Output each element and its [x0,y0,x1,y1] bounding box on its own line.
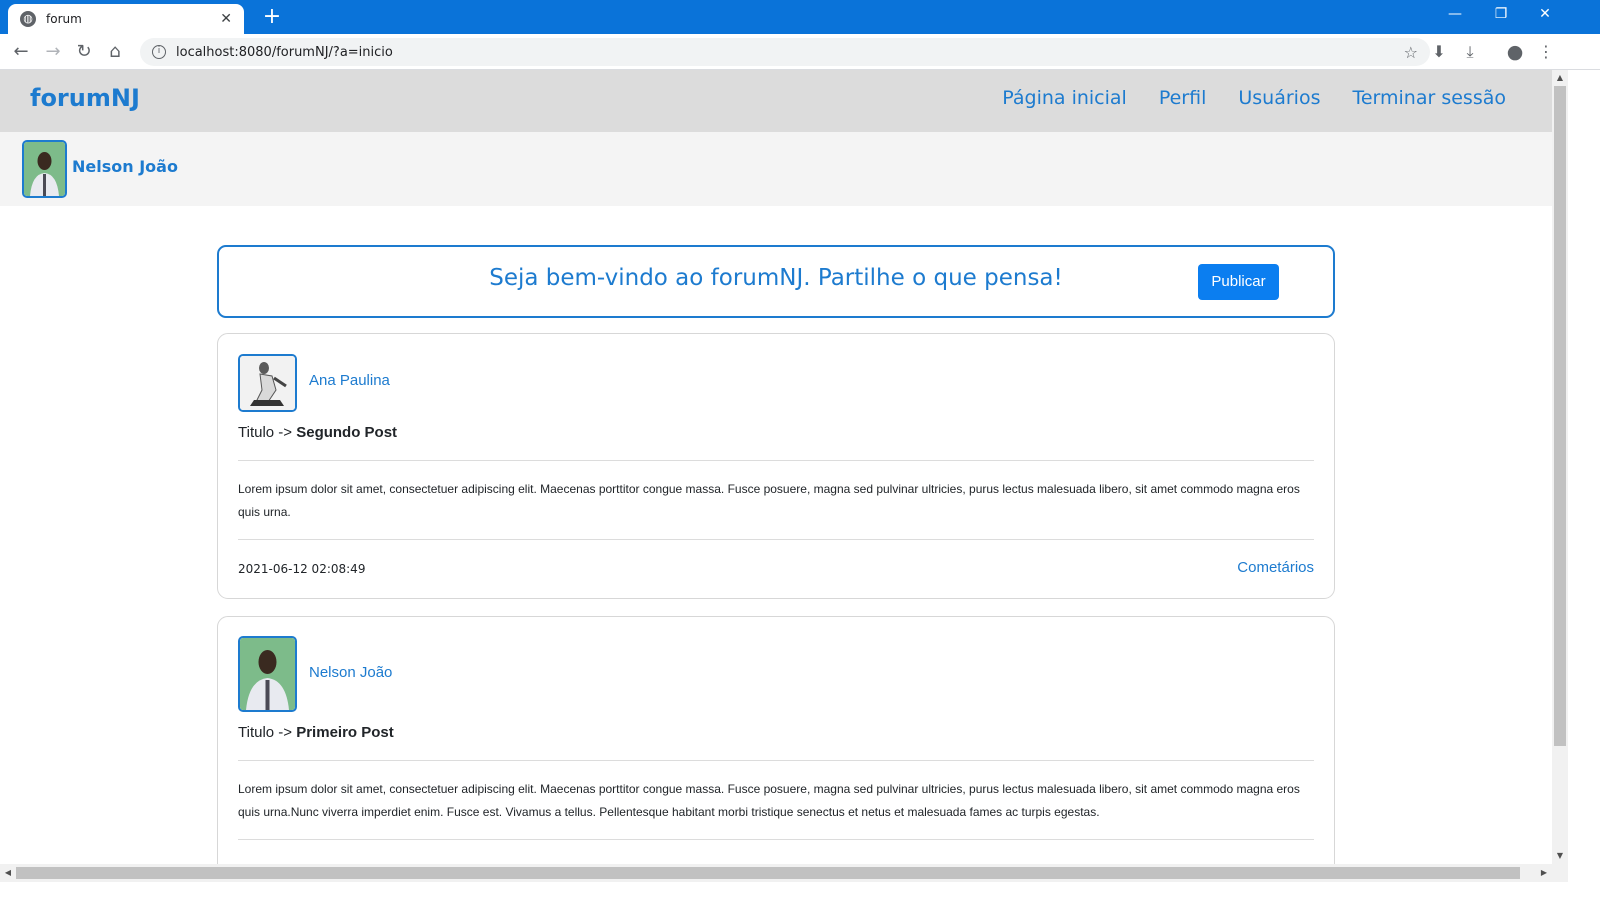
scroll-down-arrow-icon[interactable]: ▼ [1552,848,1568,864]
profile-icon[interactable]: ● [1502,39,1528,65]
post-card: Ana Paulina Titulo -> Segundo Post Lorem… [217,333,1335,599]
browser-tab-bar: ◍ forum ✕ + — ❐ ✕ [0,0,1600,34]
home-icon[interactable]: ⌂ [102,39,128,65]
divider [238,760,1314,761]
post-author-name[interactable]: Ana Paulina [309,372,390,389]
horizontal-scrollbar[interactable]: ◀ ▶ [0,864,1568,882]
browser-toolbar: ← → ↻ ⌂ i localhost:8080/forumNJ/?a=inic… [0,34,1600,70]
nav-link-logout[interactable]: Terminar sessão [1352,87,1506,109]
site-info-icon[interactable]: i [152,45,166,59]
window-edge [1568,70,1600,900]
divider [238,460,1314,461]
globe-icon: ◍ [20,11,36,27]
page-viewport: forumNJ Página inicial Perfil Usuários T… [0,70,1552,864]
welcome-box: Seja bem-vindo ao forumNJ. Partilhe o qu… [217,245,1335,318]
menu-kebab-icon[interactable]: ⋮ [1533,39,1559,65]
forward-icon[interactable]: → [40,39,66,65]
post-title-prefix: Titulo -> [238,724,293,741]
close-tab-icon[interactable]: ✕ [220,11,232,27]
nav-links: Página inicial Perfil Usuários Terminar … [1002,87,1506,109]
current-user-avatar[interactable] [22,140,67,198]
restore-button[interactable]: ❐ [1478,0,1524,30]
scroll-left-arrow-icon[interactable]: ◀ [0,864,16,882]
browser-tab[interactable]: ◍ forum ✕ [8,4,244,34]
post-date: 2021-06-12 02:08:49 [238,562,366,576]
scroll-up-arrow-icon[interactable]: ▲ [1552,70,1568,86]
post-body: Lorem ipsum dolor sit amet, consectetuer… [238,782,1300,819]
nav-link-profile[interactable]: Perfil [1159,87,1207,109]
welcome-message: Seja bem-vindo ao forumNJ. Partilhe o qu… [489,265,1063,291]
nav-link-users[interactable]: Usuários [1238,87,1320,109]
back-icon[interactable]: ← [8,39,34,65]
url-text[interactable]: localhost:8080/forumNJ/?a=inicio [176,45,393,60]
bookmark-star-icon[interactable]: ☆ [1404,43,1418,62]
horizontal-scroll-thumb[interactable] [16,867,1520,879]
post-title-text: Primeiro Post [296,724,394,741]
scroll-right-arrow-icon[interactable]: ▶ [1536,864,1552,882]
reload-icon[interactable]: ↻ [71,39,97,65]
download-arrow-icon[interactable]: ⬇ [1426,39,1452,65]
current-user-name[interactable]: Nelson João [72,157,178,176]
publish-button[interactable]: Publicar [1198,264,1279,300]
person-photo-icon [240,638,295,710]
post-title-prefix: Titulo -> [238,424,293,441]
divider [238,539,1314,540]
person-photo-icon [24,142,65,196]
vertical-scrollbar[interactable]: ▲ ▼ [1552,70,1568,864]
divider [238,839,1314,840]
post-author-avatar[interactable] [238,636,297,712]
post-body: Lorem ipsum dolor sit amet, consectetuer… [238,482,1300,519]
site-brand[interactable]: forumNJ [30,84,140,112]
site-navbar: forumNJ Página inicial Perfil Usuários T… [0,70,1552,132]
post-author-avatar[interactable] [238,354,297,412]
person-photo-icon [240,356,295,410]
new-tab-button[interactable]: + [258,4,286,30]
minimize-button[interactable]: — [1432,0,1478,30]
post-title: Titulo -> Segundo Post [238,424,397,441]
nav-link-home[interactable]: Página inicial [1002,87,1127,109]
close-window-button[interactable]: ✕ [1522,0,1568,30]
post-author-name[interactable]: Nelson João [309,664,392,681]
window-bottom-edge [0,882,1600,900]
tab-title: forum [46,12,82,26]
current-user-bar: Nelson João [0,132,1552,206]
post-title-text: Segundo Post [296,424,398,441]
post-title: Titulo -> Primeiro Post [238,724,394,741]
address-bar[interactable]: i localhost:8080/forumNJ/?a=inicio ☆ [140,38,1430,66]
comments-link[interactable]: Cometários [1237,559,1314,576]
vertical-scroll-thumb[interactable] [1554,86,1566,746]
downloads-icon[interactable]: ⤓ [1457,39,1483,65]
post-card: Nelson João Titulo -> Primeiro Post Lore… [217,616,1335,864]
